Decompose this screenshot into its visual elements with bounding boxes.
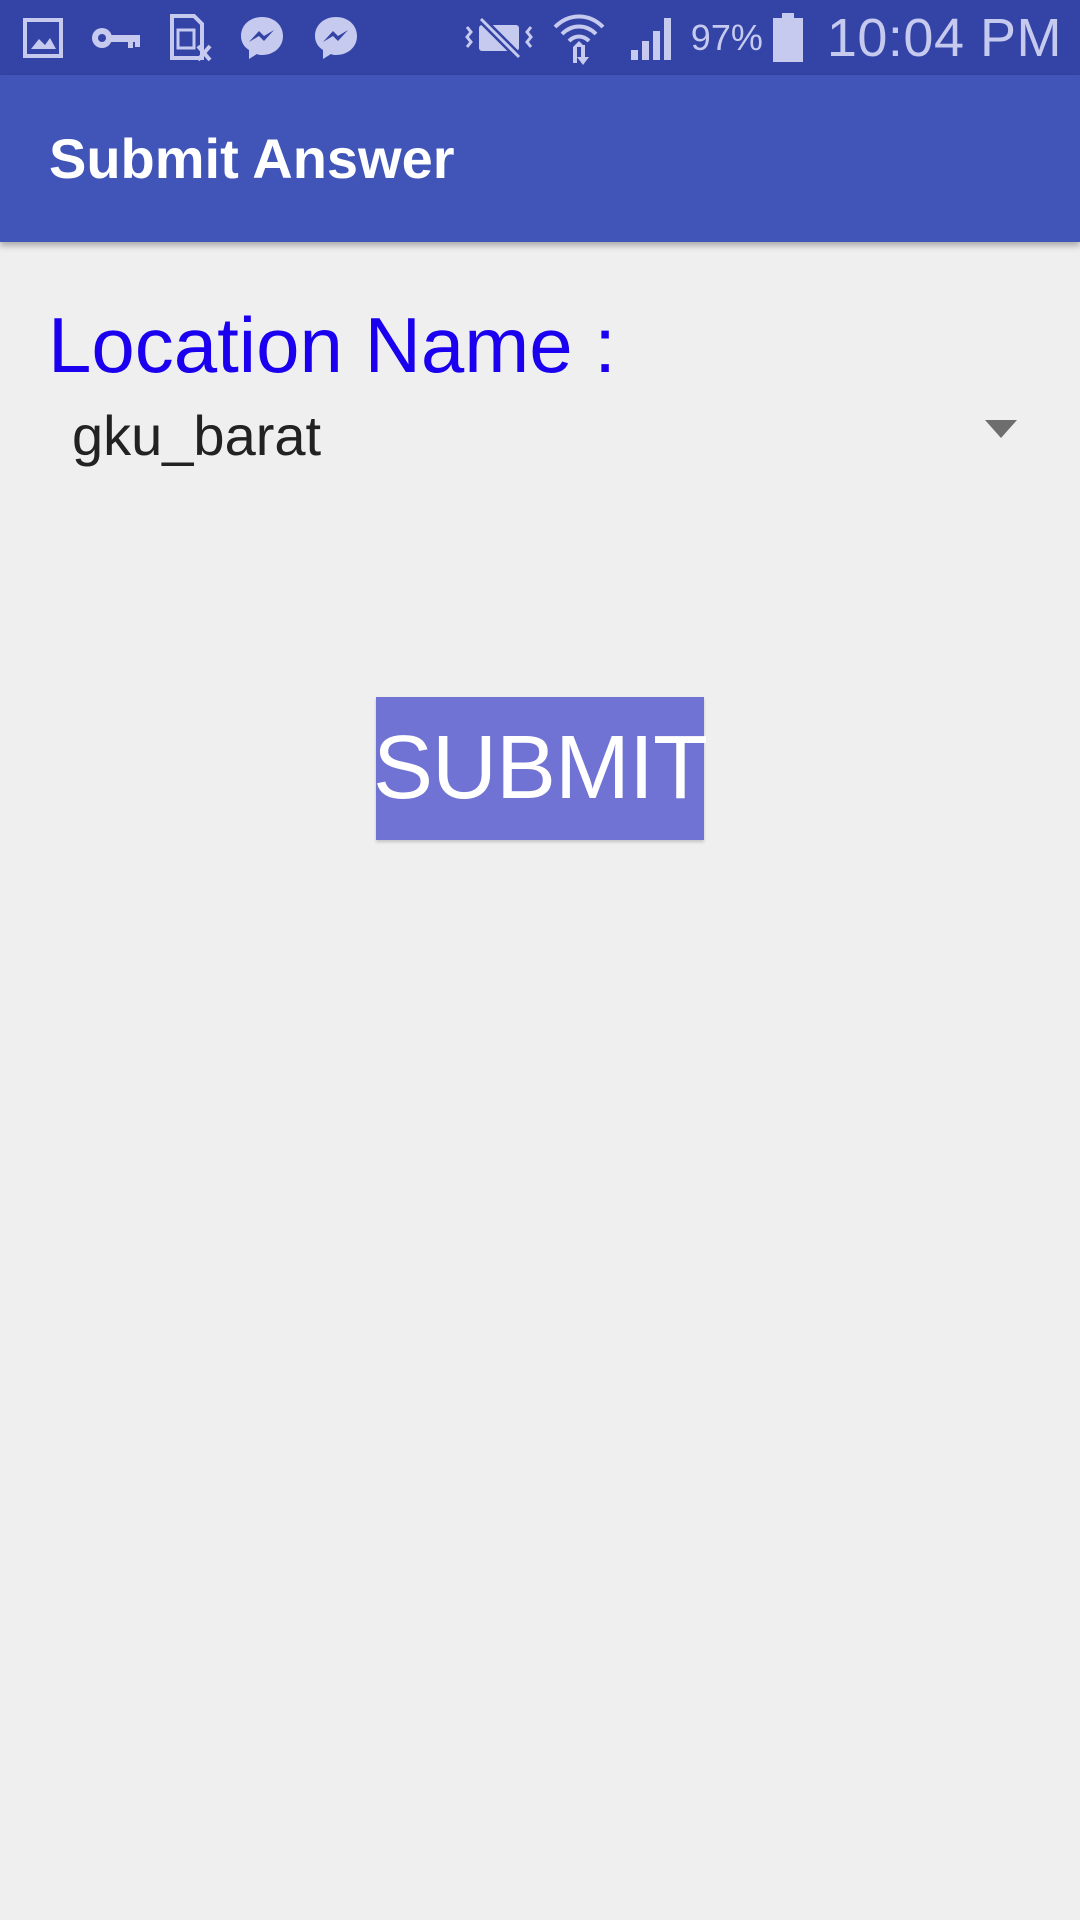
battery-icon <box>771 12 805 63</box>
battery-percent: 97% <box>690 16 763 58</box>
app-bar: Submit Answer <box>0 75 1080 242</box>
page-title: Submit Answer <box>49 127 455 190</box>
notification-icons <box>0 13 360 62</box>
dropdown-arrow-icon <box>985 420 1017 438</box>
status-bar: 97% 10:04 PM <box>0 0 1080 75</box>
messenger-icon <box>312 14 360 62</box>
vpn-key-icon <box>90 23 142 53</box>
location-name-label: Location Name : <box>48 301 616 389</box>
clock: 10:04 PM <box>826 7 1062 68</box>
location-dropdown[interactable]: gku_barat <box>48 390 1033 480</box>
wifi-data-icon <box>553 11 605 65</box>
submit-button[interactable]: SUBMIT <box>373 697 708 840</box>
messenger-icon <box>238 14 286 62</box>
gallery-icon <box>22 17 64 59</box>
sim-error-icon <box>168 13 212 62</box>
signal-icon <box>629 14 677 62</box>
vibrate-mute-icon <box>463 15 535 61</box>
location-dropdown-value: gku_barat <box>72 403 322 467</box>
system-status: 97% 10:04 PM <box>463 7 1080 69</box>
